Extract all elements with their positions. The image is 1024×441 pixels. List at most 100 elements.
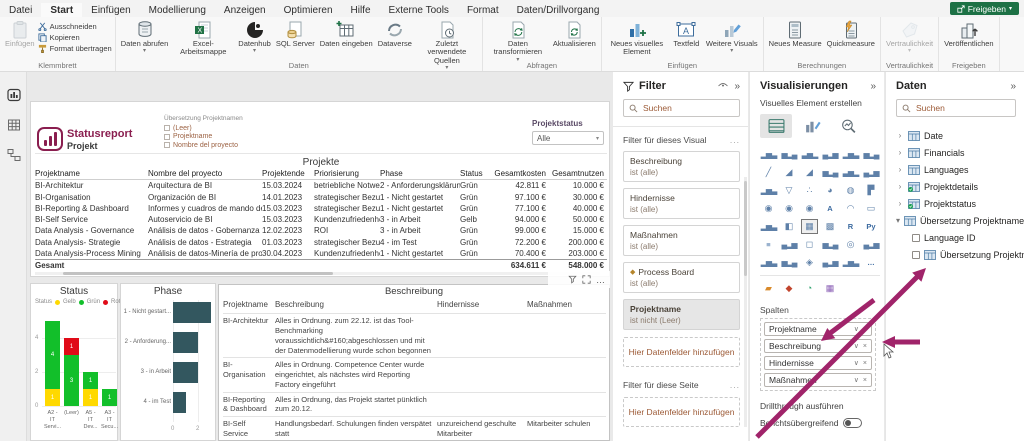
power-apps-icon[interactable]: ▂▅▃ — [760, 255, 778, 270]
column-header-projektende[interactable]: Projektende — [262, 168, 314, 179]
gauge-icon[interactable]: ◠ — [842, 201, 859, 216]
column-header-priorisierung[interactable]: Priorisierung — [314, 168, 380, 179]
tab-build-visual[interactable] — [760, 114, 792, 138]
smart-narrative-icon[interactable]: ▅▂▄ — [822, 237, 839, 252]
data-search-input[interactable]: Suchen — [896, 99, 1016, 117]
table-item-date[interactable]: › Date — [896, 127, 1016, 144]
matrix-icon[interactable]: ▩ — [822, 219, 839, 234]
filter-pane-scrollbar[interactable] — [744, 177, 747, 427]
bar-segment-grün[interactable]: 3 — [64, 355, 79, 406]
paginated-report-icon[interactable]: ▄▂▅ — [863, 237, 880, 252]
more-visuals-icon[interactable]: … — [863, 255, 880, 270]
column-header-projektname[interactable]: Projektname — [35, 168, 148, 179]
excel-arbeitsmappe-button[interactable]: X Excel-Arbeitsmappe — [171, 19, 235, 60]
card-icon[interactable]: ▭ — [863, 201, 880, 216]
azure-map-icon[interactable]: A — [822, 201, 839, 216]
treemap-icon[interactable]: ▛ — [863, 183, 880, 198]
bar-segment-gelb[interactable]: 1 — [83, 389, 98, 406]
filter-card-beschreibung[interactable]: Beschreibung ist (alle) — [623, 151, 740, 182]
table-row[interactable]: BI-Architektur Arquitectura de BI 15.03.20… — [35, 180, 607, 191]
map-icon[interactable]: ◉ — [760, 201, 777, 216]
table-horizontal-scrollbar[interactable] — [35, 272, 600, 275]
stacked-bar-chart-icon[interactable]: ▂▅▃ — [760, 147, 778, 162]
field-item-übersetzung-projektnamen[interactable]: Übersetzung Projektnamen — [896, 246, 1024, 263]
tab-einfügen[interactable]: Einfügen — [82, 3, 139, 17]
format-übertragen-button[interactable]: Format übertragen — [38, 44, 112, 53]
bar-segment-grün[interactable]: 1 — [83, 372, 98, 389]
focus-mode-icon[interactable] — [582, 275, 591, 284]
phase-bar[interactable] — [173, 332, 198, 353]
remove-field-icon[interactable]: × — [863, 343, 867, 350]
line-and-stacked-column-chart-icon[interactable]: ▅▂▄ — [822, 165, 839, 180]
field-pill-beschreibung[interactable]: Beschreibung ∨ × — [764, 339, 872, 353]
clustered-bar-chart-icon[interactable]: ▃▅▂ — [801, 147, 819, 162]
key-influencers-icon[interactable]: ▄▂▅ — [781, 237, 798, 252]
filter-card-maßnahmen[interactable]: Maßnahmen ist (alle) — [623, 225, 740, 256]
daten-abrufen-button[interactable]: Daten abrufen ▾ — [119, 19, 171, 60]
eye-icon[interactable] — [717, 82, 729, 90]
bar-segment-grün[interactable]: 4 — [45, 321, 60, 389]
filter-search-input[interactable]: Suchen — [623, 99, 740, 117]
dataverse-button[interactable]: Dataverse — [376, 19, 414, 60]
vertraulichkeit-button[interactable]: Vertraulichkeit ▾ — [884, 19, 935, 60]
projekte-table[interactable]: Projekte Projektname Nombre del proyecto P… — [35, 157, 607, 272]
power-automate-icon[interactable]: ▅▂▄ — [781, 255, 798, 270]
custom-visual-1-icon[interactable]: ▰ — [760, 281, 777, 296]
share-button[interactable]: Freigeben ▾ — [949, 2, 1019, 15]
add-data-fields-visual[interactable]: Hier Datenfelder hinzufügen — [623, 337, 740, 367]
chevron-down-icon[interactable]: ∨ — [854, 325, 859, 333]
ausschneiden-button[interactable]: Ausschneiden — [37, 22, 112, 31]
neues-visuelles-element-button[interactable]: Neues visuelles Element — [605, 19, 669, 60]
custom-visual-3-icon[interactable]: ◔ — [801, 281, 818, 296]
decomposition-tree-icon[interactable]: ≡ — [760, 237, 777, 252]
tab-analytics[interactable] — [832, 114, 864, 138]
status-chart[interactable]: Status Status Gelb Grün Rot 0 2 4 1 4 A2 - IT Serv… — [30, 283, 120, 441]
chevron-right-icon[interactable]: › — [896, 182, 904, 191]
projektstatus-dropdown[interactable]: Alle ▾ — [532, 131, 604, 145]
collapse-pane-icon[interactable]: » — [734, 81, 740, 92]
field-pill-projektname[interactable]: Projektname ∨ × — [764, 322, 872, 336]
daten-eingeben-button[interactable]: Daten eingeben — [318, 19, 375, 60]
line-and-clustered-column-chart-icon[interactable]: ▃▅▂ — [842, 165, 860, 180]
slicer-option-projektname[interactable]: Projektname — [164, 133, 243, 142]
bar-segment-gelb[interactable]: 1 — [45, 389, 60, 406]
pie-chart-icon[interactable]: ◕ — [822, 183, 839, 198]
data-view-button[interactable] — [7, 118, 21, 132]
kopieren-button[interactable]: Kopieren — [38, 33, 112, 42]
tab-daten-drillvorgang[interactable]: Daten/Drillvorgang — [508, 3, 609, 17]
custom-visual-2-icon[interactable]: ◆ — [781, 281, 798, 296]
table-row[interactable]: Data Analysis-Process Mining Análisis de … — [35, 248, 607, 259]
100-stacked-column-chart-icon[interactable]: ▅▂▄ — [863, 147, 880, 162]
table-item-projektstatus[interactable]: › Projektstatus — [896, 195, 1016, 212]
table-item-languages[interactable]: › Languages — [896, 161, 1016, 178]
advanced-card-icon[interactable]: ▂▅▃ — [842, 255, 860, 270]
datenhub-button[interactable]: Datenhub ▾ — [236, 19, 273, 60]
field-pill-maßnahmen[interactable]: Maßnahmen ∨ × — [764, 373, 872, 387]
chevron-right-icon[interactable]: › — [896, 148, 904, 157]
custom-visual-4-icon[interactable]: ▦ — [822, 281, 839, 296]
phase-bar[interactable] — [173, 392, 186, 413]
tab-format-visual[interactable] — [796, 114, 828, 138]
table-icon[interactable]: ▦ — [801, 219, 818, 234]
more-options-icon[interactable]: ... — [730, 135, 740, 145]
collapse-pane-icon[interactable]: » — [870, 81, 876, 92]
tab-externe-tools[interactable]: Externe Tools — [380, 3, 458, 17]
bar-segment-rot[interactable]: 1 — [64, 338, 79, 355]
column-header-gesamtkosten[interactable]: Gesamtkosten — [488, 168, 548, 179]
einfügen-button[interactable]: Einfügen — [3, 19, 37, 60]
clustered-column-chart-icon[interactable]: ▄▂▅ — [822, 147, 839, 162]
multi-row-card-icon[interactable]: ▂▅▃ — [760, 219, 778, 234]
phase-bar[interactable] — [173, 302, 211, 323]
area-chart-icon[interactable]: ◢ — [781, 165, 798, 180]
column-header-status[interactable]: Status — [460, 168, 488, 179]
waterfall-chart-icon[interactable]: ▂▅▃ — [760, 183, 778, 198]
table-row[interactable]: BI-Reporting & Dashboard Informes y cuadr… — [35, 203, 607, 214]
kpi-icon[interactable]: ◧ — [781, 219, 798, 234]
veröffentlichen-button[interactable]: Veröffentlichen — [942, 19, 995, 60]
table-row[interactable]: BI-Self Service Autoservicio de BI 15.03.2… — [35, 214, 607, 225]
table-item-projektdetails[interactable]: › Projektdetails — [896, 178, 1016, 195]
field-pill-hindernisse[interactable]: Hindernisse ∨ × — [764, 356, 872, 370]
more-options-icon[interactable]: ... — [730, 380, 740, 390]
textfeld-button[interactable]: A Textfeld — [670, 19, 703, 60]
chevron-down-icon[interactable]: ∨ — [854, 359, 859, 367]
